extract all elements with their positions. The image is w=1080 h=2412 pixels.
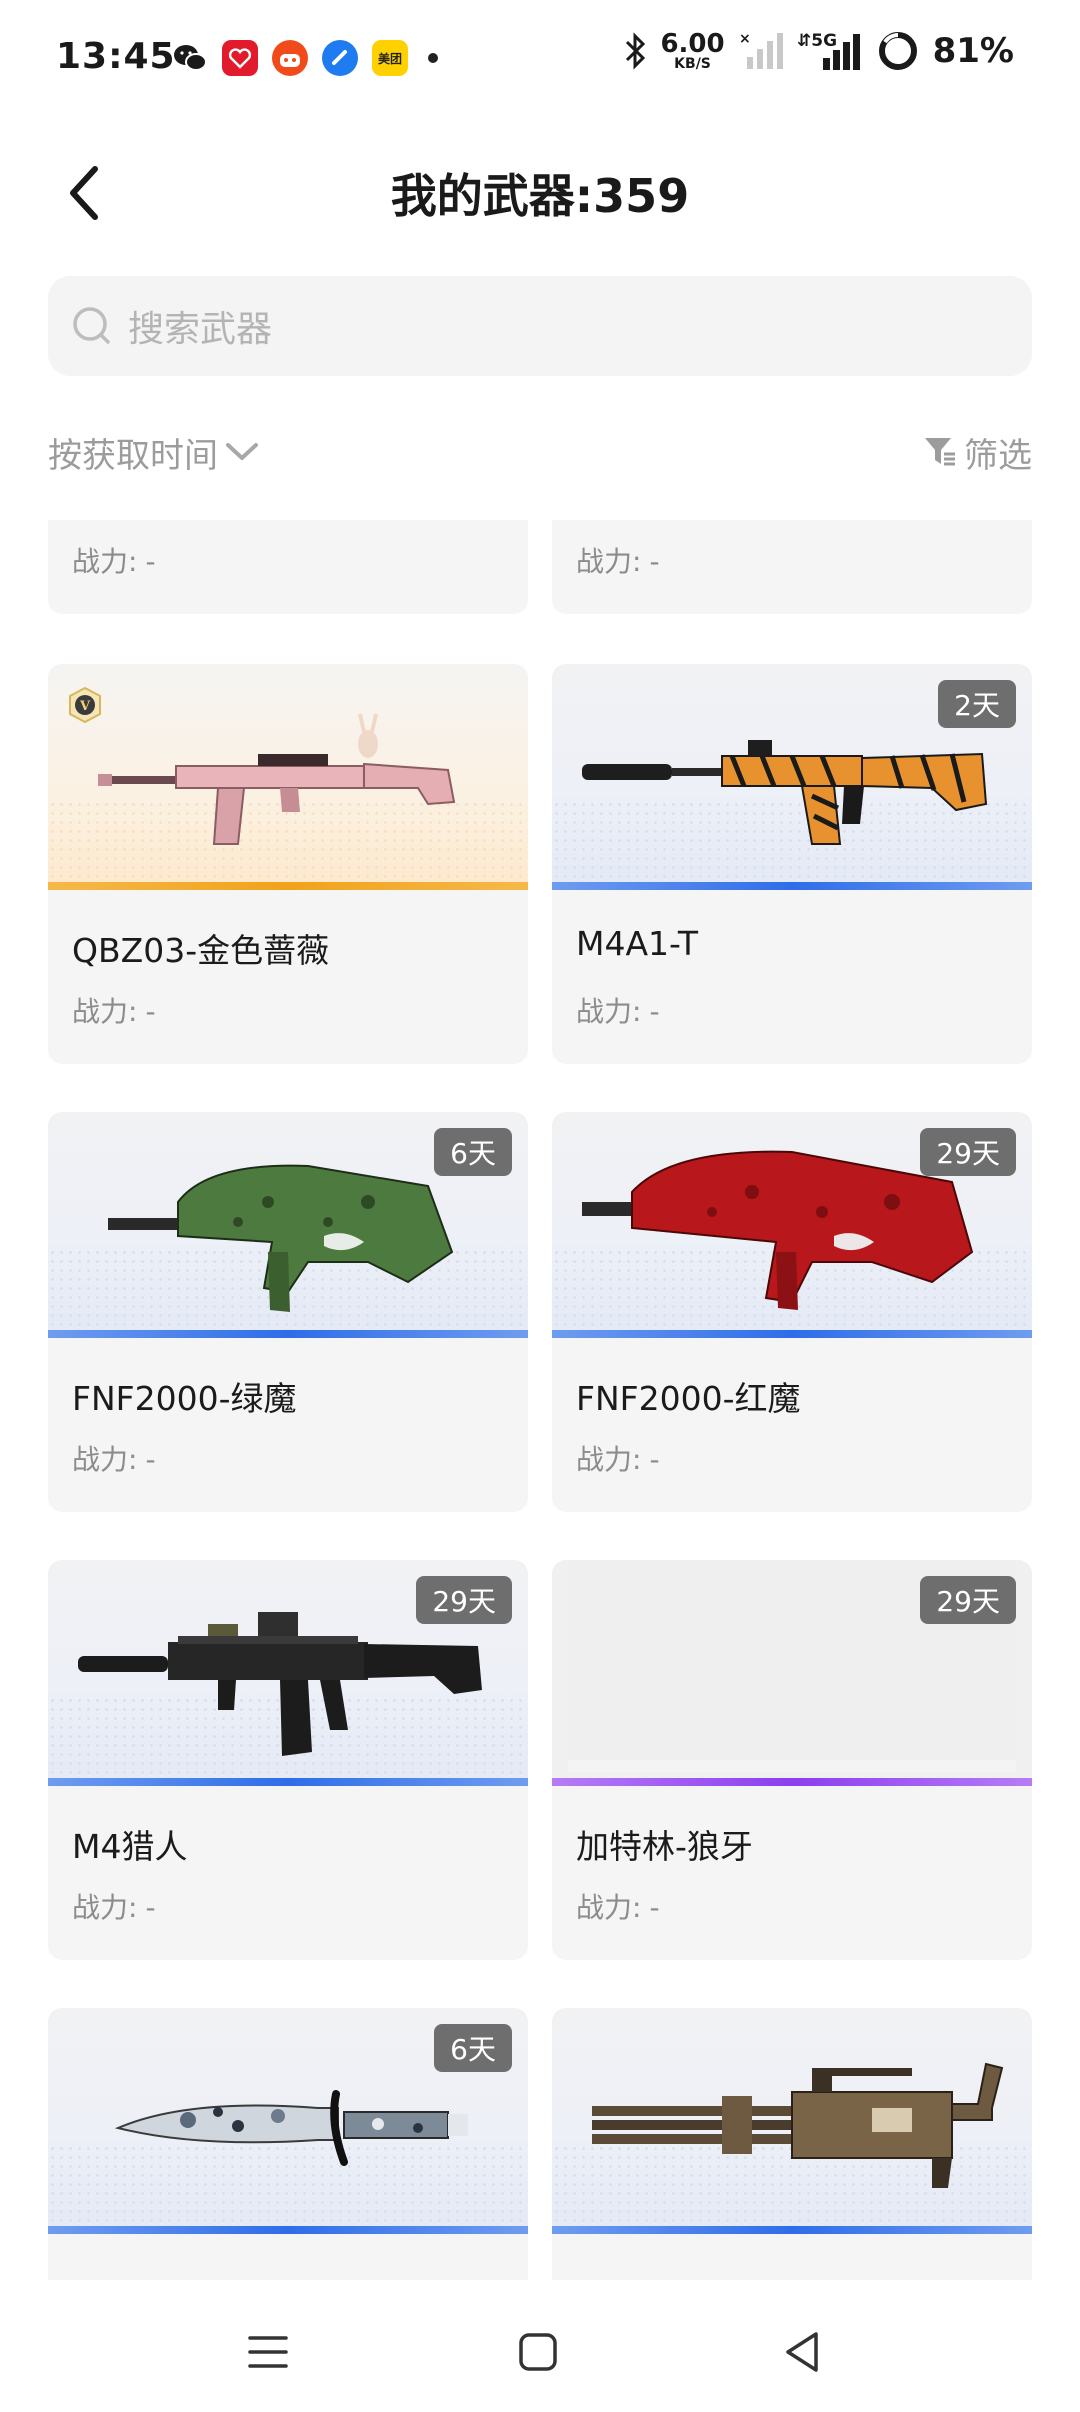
weapon-image: 29天	[552, 1560, 1032, 1786]
nav-menu-button[interactable]	[238, 2322, 298, 2382]
weapon-image: 29天	[48, 1560, 528, 1786]
weapon-card[interactable]	[552, 2008, 1032, 2280]
weapon-image: 6天	[48, 1112, 528, 1338]
weapon-image	[552, 2008, 1032, 2234]
more-notifications-dot	[428, 53, 438, 63]
network-speed-unit: KB/S	[674, 56, 711, 72]
chevron-down-icon	[226, 443, 258, 460]
network-speed-value: 6.00	[660, 29, 725, 59]
filter-button[interactable]: 筛选	[922, 428, 1032, 477]
search-icon	[73, 307, 110, 344]
meituan-icon: 美团	[372, 40, 408, 76]
rarity-bar	[48, 882, 528, 890]
expiry-badge: 29天	[920, 1128, 1016, 1176]
system-nav-bar	[0, 2280, 1080, 2412]
weapon-power: 战力: -	[72, 1891, 156, 1924]
notification-icons: 美团	[172, 40, 438, 76]
network-speed: 6.00 KB/S	[660, 31, 724, 71]
signal-weak-icon: ×	[739, 31, 783, 69]
weapon-name: M4A1-T	[576, 924, 699, 963]
weapon-name: FNF2000-红魔	[576, 1379, 801, 1418]
svg-text:⇵5G: ⇵5G	[797, 31, 837, 51]
signal-5g-icon: ⇵5G	[797, 31, 860, 70]
bluetooth-icon	[626, 32, 646, 70]
weapon-power: 战力: -	[72, 545, 156, 578]
weapon-power: 战力: -	[576, 995, 660, 1028]
expiry-badge: 29天	[920, 1576, 1016, 1624]
taobao-icon	[272, 40, 308, 76]
rarity-bar	[48, 1330, 528, 1338]
weapon-grid: 战力: - 战力: - V QBZ03-金色蔷薇 战力: - 2天 M4A1-T…	[0, 520, 1080, 2280]
weapon-name: FNF2000-绿魔	[72, 1379, 297, 1418]
weapon-image: 29天	[552, 1112, 1032, 1338]
nav-back-button[interactable]	[772, 2322, 832, 2382]
weapon-power: 战力: -	[576, 1891, 660, 1924]
expiry-badge: 6天	[434, 1128, 512, 1176]
weapon-name: M4猎人	[72, 1827, 188, 1866]
weapon-image: 2天	[552, 664, 1032, 890]
page-title: 我的武器:359	[390, 169, 690, 223]
filter-icon	[925, 438, 955, 466]
system-indicators: 6.00 KB/S × ⇵5G 81%	[624, 30, 1014, 72]
svg-text:×: ×	[739, 31, 751, 47]
weapon-card[interactable]: 战力: -	[552, 520, 1032, 614]
sort-dropdown[interactable]: 按获取时间	[48, 428, 260, 477]
battery-percent: 81%	[932, 31, 1014, 71]
weapon-card[interactable]: 29天 加特林-狼牙 战力: -	[552, 1560, 1032, 1960]
filter-label: 筛选	[964, 435, 1032, 476]
sort-filter-bar: 按获取时间 筛选	[48, 420, 1032, 484]
wechat-icon	[172, 40, 208, 76]
browser-icon	[322, 40, 358, 76]
pinduoduo-icon	[222, 40, 258, 76]
weapon-power: 战力: -	[72, 995, 156, 1028]
weapon-power: 战力: -	[72, 1443, 156, 1476]
weapon-name: QBZ03-金色蔷薇	[72, 931, 330, 970]
status-time: 13:45	[56, 36, 176, 77]
expiry-badge: 2天	[938, 680, 1016, 728]
sort-label: 按获取时间	[48, 435, 218, 476]
gatling-gun-image	[592, 2062, 1004, 2188]
rarity-bar	[552, 882, 1032, 890]
menu-icon	[248, 2336, 288, 2368]
status-bar: 13:45 美团 6.00 KB/S × ⇵5G 81%	[0, 0, 1080, 120]
back-triangle-icon	[786, 2332, 818, 2372]
weapon-card[interactable]: 29天 M4猎人 战力: -	[48, 1560, 528, 1960]
search-placeholder: 搜索武器	[128, 309, 273, 350]
rarity-bar	[48, 1778, 528, 1786]
weapon-name: 加特林-狼牙	[576, 1827, 753, 1866]
expiry-badge: 6天	[434, 2024, 512, 2072]
weapon-power: 战力: -	[576, 545, 660, 578]
rifle-qbz03-image	[98, 713, 456, 845]
weapon-image: V	[48, 664, 528, 890]
rarity-bar	[552, 2226, 1032, 2234]
nav-home-button[interactable]	[508, 2322, 568, 2382]
weapon-card[interactable]: 6天	[48, 2008, 528, 2280]
page-header: 我的武器:359	[0, 130, 1080, 250]
weapon-power: 战力: -	[576, 1443, 660, 1476]
search-input[interactable]: 搜索武器	[48, 276, 1032, 376]
expiry-badge: 29天	[416, 1576, 512, 1624]
weapon-card[interactable]: 2天 M4A1-T 战力: -	[552, 664, 1032, 1064]
rarity-bar	[552, 1778, 1032, 1786]
rarity-bar	[48, 2226, 528, 2234]
rarity-bar	[552, 1330, 1032, 1338]
weapon-card[interactable]: 29天 FNF2000-红魔 战力: -	[552, 1112, 1032, 1512]
weapon-card[interactable]: 战力: -	[48, 520, 528, 614]
weapon-card[interactable]: V QBZ03-金色蔷薇 战力: -	[48, 664, 528, 1064]
weapon-card[interactable]: 6天 FNF2000-绿魔 战力: -	[48, 1112, 528, 1512]
battery-ring-icon	[878, 32, 917, 70]
home-square-icon	[519, 2333, 557, 2371]
weapon-image: 6天	[48, 2008, 528, 2234]
